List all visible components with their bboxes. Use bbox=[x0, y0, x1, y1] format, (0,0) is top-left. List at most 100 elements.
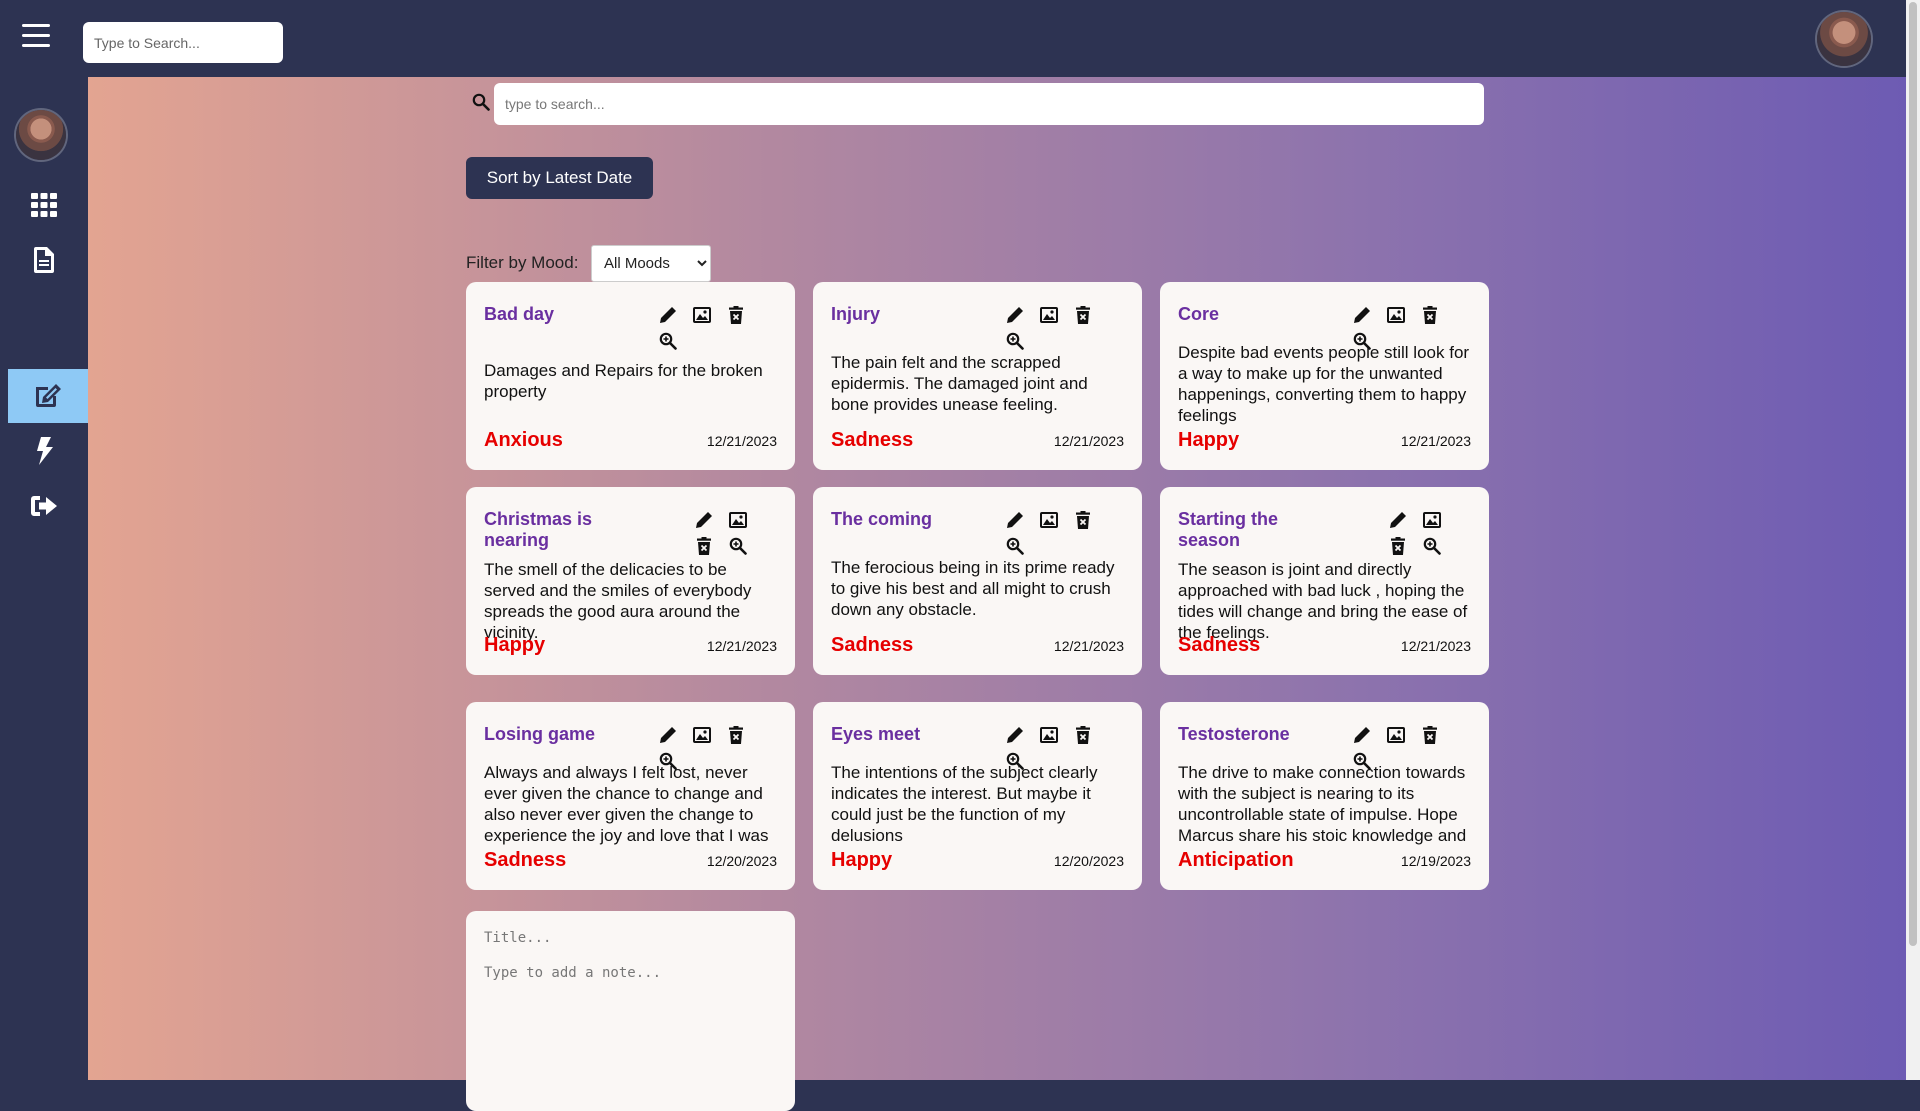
edit-icon bbox=[34, 383, 62, 409]
edit-note-button[interactable] bbox=[998, 302, 1032, 328]
note-actions bbox=[1381, 507, 1471, 559]
lightning-icon bbox=[35, 437, 53, 465]
pencil-icon bbox=[659, 306, 677, 324]
add-image-button[interactable] bbox=[1415, 507, 1449, 533]
delete-note-button[interactable] bbox=[1413, 302, 1447, 328]
trash-icon bbox=[1076, 306, 1090, 324]
note-footer: Happy 12/20/2023 bbox=[831, 849, 1124, 872]
delete-note-button[interactable] bbox=[1381, 533, 1415, 559]
note-title: The coming bbox=[831, 509, 933, 529]
note-footer: Happy 12/21/2023 bbox=[1178, 429, 1471, 452]
note-footer: Happy 12/21/2023 bbox=[484, 634, 777, 657]
delete-note-button[interactable] bbox=[1066, 722, 1100, 748]
note-card: Starting the season The season is joint a… bbox=[1160, 487, 1489, 675]
edit-note-button[interactable] bbox=[651, 302, 685, 328]
mood-filter-select[interactable]: All Moods bbox=[591, 245, 711, 282]
notes-search-input[interactable] bbox=[494, 83, 1484, 125]
trash-icon bbox=[1076, 511, 1090, 529]
note-card: Losing game Always and always I felt lost… bbox=[466, 702, 795, 890]
image-icon bbox=[693, 307, 711, 323]
note-title: Core bbox=[1178, 304, 1220, 324]
view-note-button[interactable] bbox=[721, 533, 755, 559]
note-date: 12/21/2023 bbox=[1400, 638, 1471, 654]
sidebar-avatar[interactable] bbox=[16, 110, 66, 160]
delete-note-button[interactable] bbox=[1413, 722, 1447, 748]
add-image-button[interactable] bbox=[685, 722, 719, 748]
new-note-body-input[interactable] bbox=[484, 965, 777, 1085]
add-image-button[interactable] bbox=[1032, 507, 1066, 533]
note-date: 12/21/2023 bbox=[1053, 638, 1124, 654]
add-image-button[interactable] bbox=[685, 302, 719, 328]
view-note-button[interactable] bbox=[998, 328, 1032, 354]
note-date: 12/21/2023 bbox=[1053, 433, 1124, 449]
edit-note-button[interactable] bbox=[1345, 302, 1379, 328]
note-header: Testosterone bbox=[1178, 722, 1471, 770]
main-content: Sort by Latest Date Filter by Mood: All … bbox=[88, 77, 1906, 1111]
trash-icon bbox=[697, 537, 711, 555]
note-header: Starting the season bbox=[1178, 507, 1471, 555]
pencil-icon bbox=[1389, 511, 1407, 529]
sidebar bbox=[0, 77, 88, 1080]
note-header: Losing game bbox=[484, 722, 777, 770]
edit-note-button[interactable] bbox=[651, 722, 685, 748]
note-body: Always and always I felt lost, never eve… bbox=[484, 763, 769, 845]
sidebar-item-grid[interactable] bbox=[0, 178, 88, 232]
view-note-button[interactable] bbox=[998, 533, 1032, 559]
sidebar-item-activity[interactable] bbox=[0, 424, 88, 478]
pencil-icon bbox=[1353, 306, 1371, 324]
add-image-button[interactable] bbox=[1032, 722, 1066, 748]
note-mood: Sadness bbox=[484, 849, 567, 871]
note-body: Despite bad events people still look for… bbox=[1178, 343, 1470, 425]
add-image-button[interactable] bbox=[1032, 302, 1066, 328]
add-image-button[interactable] bbox=[1379, 722, 1413, 748]
scrollbar-thumb[interactable] bbox=[1909, 2, 1917, 946]
add-image-button[interactable] bbox=[721, 507, 755, 533]
note-body: The season is joint and directly approac… bbox=[1178, 560, 1468, 642]
image-icon bbox=[729, 512, 747, 528]
view-note-button[interactable] bbox=[1415, 533, 1449, 559]
pencil-icon bbox=[1006, 511, 1024, 529]
note-body: The ferocious being in its prime ready t… bbox=[831, 558, 1115, 619]
delete-note-button[interactable] bbox=[719, 302, 753, 328]
note-header: The coming bbox=[831, 507, 1124, 555]
edit-note-button[interactable] bbox=[998, 722, 1032, 748]
new-note-title-input[interactable] bbox=[484, 930, 777, 946]
edit-note-button[interactable] bbox=[998, 507, 1032, 533]
trash-icon bbox=[729, 726, 743, 744]
note-mood: Happy bbox=[831, 849, 893, 871]
view-note-button[interactable] bbox=[651, 328, 685, 354]
edit-note-button[interactable] bbox=[1345, 722, 1379, 748]
delete-note-button[interactable] bbox=[719, 722, 753, 748]
user-avatar[interactable] bbox=[1817, 12, 1871, 66]
note-header: Bad day bbox=[484, 302, 777, 350]
note-card: Testosterone The drive to make connection… bbox=[1160, 702, 1489, 890]
edit-note-button[interactable] bbox=[687, 507, 721, 533]
note-footer: Sadness 12/21/2023 bbox=[1178, 634, 1471, 657]
sidebar-item-notes[interactable] bbox=[8, 369, 88, 423]
zoom-icon bbox=[659, 332, 677, 350]
delete-note-button[interactable] bbox=[1066, 302, 1100, 328]
note-actions bbox=[998, 507, 1124, 559]
note-body: The drive to make connection towards wit… bbox=[1178, 763, 1467, 845]
sidebar-item-documents[interactable] bbox=[0, 233, 88, 287]
note-mood: Anticipation bbox=[1178, 849, 1294, 871]
delete-note-button[interactable] bbox=[687, 533, 721, 559]
edit-note-button[interactable] bbox=[1381, 507, 1415, 533]
note-card: Eyes meet The intentions of the subject c… bbox=[813, 702, 1142, 890]
sort-by-date-button[interactable]: Sort by Latest Date bbox=[466, 157, 653, 199]
image-icon bbox=[1040, 307, 1058, 323]
sidebar-item-logout[interactable] bbox=[0, 479, 88, 533]
grid-icon bbox=[31, 193, 57, 217]
delete-note-button[interactable] bbox=[1066, 507, 1100, 533]
note-actions bbox=[998, 302, 1124, 354]
add-image-button[interactable] bbox=[1379, 302, 1413, 328]
note-header: Core bbox=[1178, 302, 1471, 350]
top-search-input[interactable] bbox=[83, 22, 283, 63]
note-title: Testosterone bbox=[1178, 724, 1290, 744]
document-icon bbox=[34, 247, 54, 273]
note-title: Bad day bbox=[484, 304, 555, 324]
hamburger-menu-icon[interactable] bbox=[22, 24, 50, 48]
note-mood: Sadness bbox=[831, 634, 914, 656]
image-icon bbox=[1387, 727, 1405, 743]
note-mood: Sadness bbox=[1178, 634, 1261, 656]
